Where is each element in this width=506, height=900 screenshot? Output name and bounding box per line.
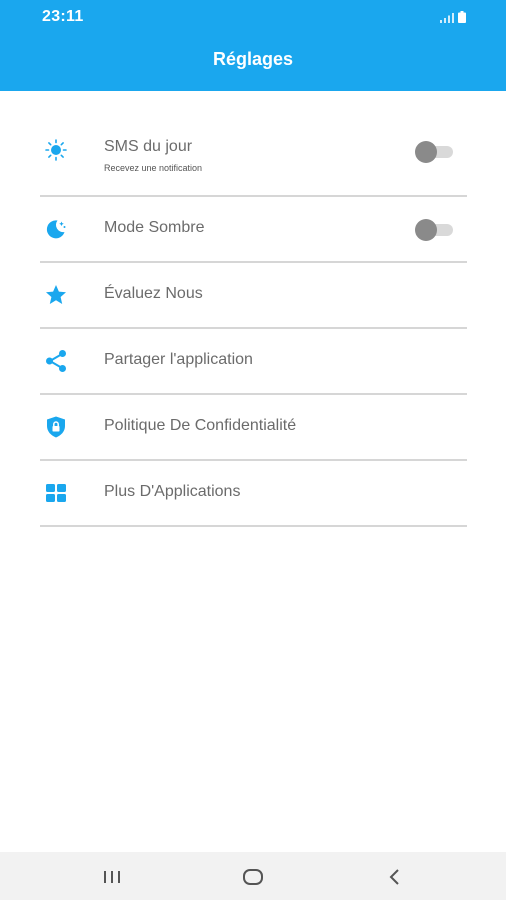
status-time: 23:11 xyxy=(42,8,84,25)
setting-evaluez-nous[interactable]: Évaluez Nous xyxy=(40,263,467,329)
share-icon xyxy=(46,350,66,372)
home-icon[interactable] xyxy=(240,864,266,890)
setting-label: Plus D'Applications xyxy=(104,483,241,500)
star-icon xyxy=(46,285,66,304)
sun-icon xyxy=(45,139,67,161)
setting-label: Évaluez Nous xyxy=(104,285,203,302)
settings-list: SMS du jour Recevez une notification Mod… xyxy=(40,118,467,527)
setting-politique[interactable]: Politique De Confidentialité xyxy=(40,395,467,461)
moon-icon xyxy=(46,220,66,239)
grid-icon xyxy=(46,484,66,502)
toggle-thumb xyxy=(415,141,437,163)
status-icons xyxy=(440,11,466,23)
setting-mode-sombre[interactable]: Mode Sombre xyxy=(40,197,467,263)
setting-label: Politique De Confidentialité xyxy=(104,417,297,434)
setting-sublabel: Recevez une notification xyxy=(104,163,203,173)
shield-lock-icon xyxy=(47,416,65,438)
dark-mode-toggle[interactable] xyxy=(415,219,453,241)
setting-partager[interactable]: Partager l'application xyxy=(40,329,467,395)
app-header: 23:11 Réglages xyxy=(0,0,506,91)
setting-label: Mode Sombre xyxy=(104,219,205,236)
page-title: Réglages xyxy=(212,49,294,69)
system-nav-bar xyxy=(0,852,506,900)
sms-toggle[interactable] xyxy=(415,141,453,163)
signal-icon xyxy=(440,13,454,23)
setting-sms-du-jour[interactable]: SMS du jour Recevez une notification xyxy=(40,118,467,197)
back-icon[interactable] xyxy=(382,864,408,890)
toggle-thumb xyxy=(415,219,437,241)
recent-apps-icon[interactable] xyxy=(99,864,125,890)
setting-label: Partager l'application xyxy=(104,351,253,368)
setting-label: SMS du jour xyxy=(104,138,193,155)
battery-icon xyxy=(458,11,466,23)
setting-plus-applications[interactable]: Plus D'Applications xyxy=(40,461,467,527)
